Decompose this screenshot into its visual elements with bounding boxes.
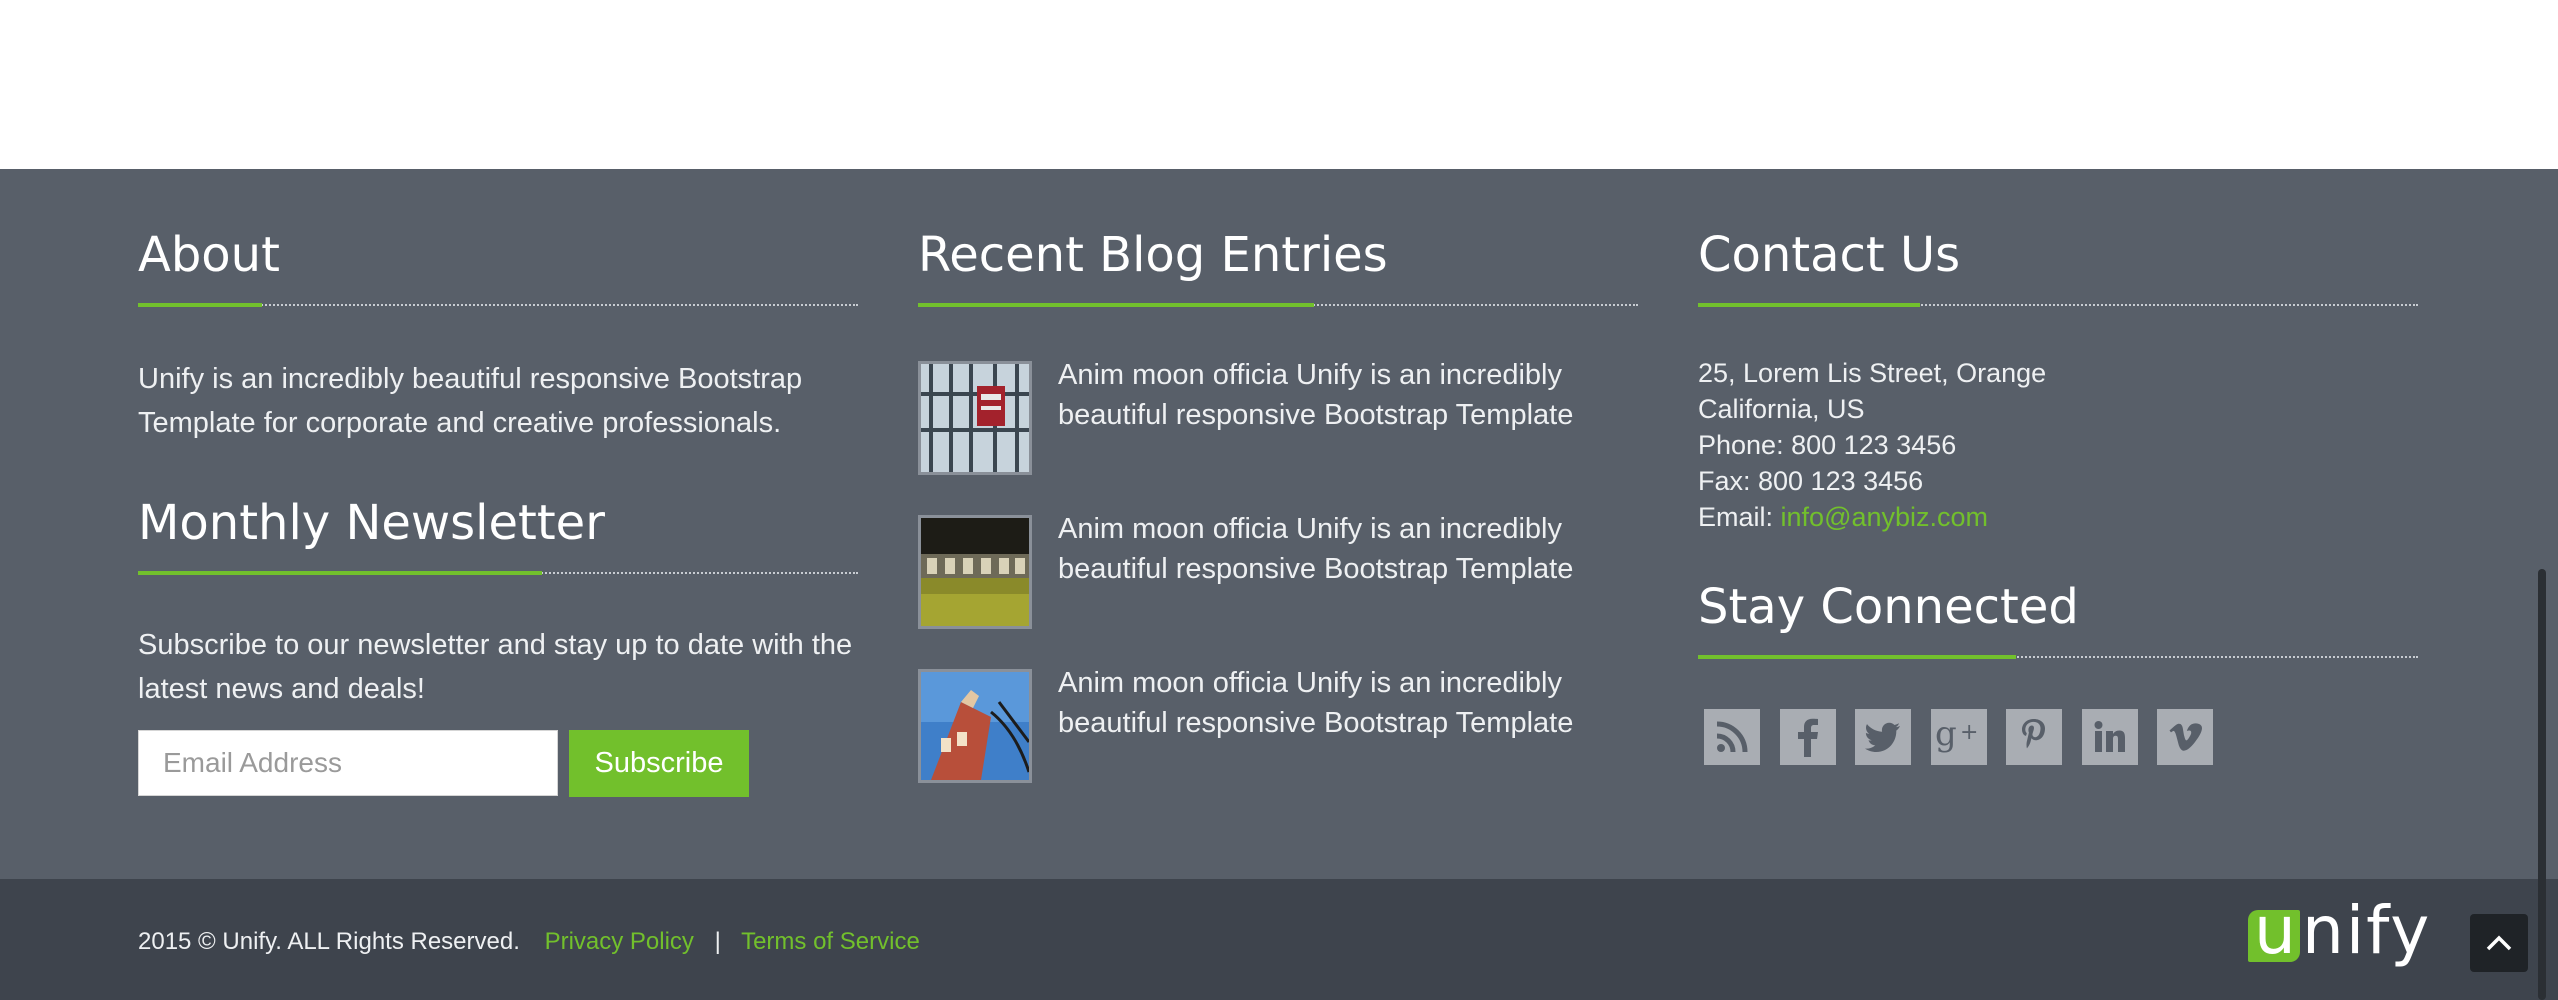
link-separator: | xyxy=(714,928,721,955)
pinterest-icon[interactable] xyxy=(2006,709,2062,765)
phone: Phone: 800 123 3456 xyxy=(1698,430,1957,460)
blog-entry-text[interactable]: Anim moon officia Unify is an incredibly… xyxy=(1058,355,1618,435)
logo-wordmark: nify xyxy=(2302,892,2432,969)
twitter-icon[interactable] xyxy=(1855,709,1911,765)
address-line-1: 25, Lorem Lis Street, Orange xyxy=(1698,358,2047,388)
address-line-2: California, US xyxy=(1698,394,1865,424)
contact-headline: Contact Us xyxy=(1698,231,2418,311)
headline-accent xyxy=(918,303,1314,307)
svg-text:g: g xyxy=(1935,717,1957,754)
stay-connected-title: Stay Connected xyxy=(1698,579,2079,635)
email-link[interactable]: info@anybiz.com xyxy=(1781,502,1989,532)
footer-col-contact: Contact Us 25, Lorem Lis Street, Orange … xyxy=(1698,169,2418,765)
copyright-row: 2015 © Unify. ALL Rights Reserved. Priva… xyxy=(138,928,920,956)
headline-accent xyxy=(138,571,542,575)
linkedin-icon[interactable] xyxy=(2082,709,2138,765)
email-row: Email: info@anybiz.com xyxy=(1698,499,2046,535)
scrollbar-thumb[interactable] xyxy=(2538,569,2546,1000)
about-text: Unify is an incredibly beautiful respons… xyxy=(138,363,803,439)
blog-thumbnail[interactable] xyxy=(918,669,1032,783)
blog-entry-text[interactable]: Anim moon officia Unify is an incredibly… xyxy=(1058,509,1618,589)
email-input[interactable] xyxy=(138,730,558,796)
about-headline: About xyxy=(138,231,858,311)
logo-mark: u xyxy=(2248,898,2300,964)
headline-accent xyxy=(138,303,262,307)
blog-headline: Recent Blog Entries xyxy=(918,231,1638,311)
copyright-text: 2015 © Unify. ALL Rights Reserved. xyxy=(138,928,520,955)
stay-connected-headline: Stay Connected xyxy=(1698,583,2418,663)
newsletter-headline: Monthly Newsletter xyxy=(138,499,858,579)
newsletter-text: Subscribe to our newsletter and stay up … xyxy=(138,629,853,705)
blog-entry-text[interactable]: Anim moon officia Unify is an incredibly… xyxy=(1058,663,1618,743)
fax: Fax: 800 123 3456 xyxy=(1698,466,1924,496)
blog-image-street-sign xyxy=(921,364,1029,472)
logo-first-letter: u xyxy=(2254,892,2296,969)
privacy-policy-link[interactable]: Privacy Policy xyxy=(545,928,694,955)
about-title: About xyxy=(138,227,280,283)
blog-image-building xyxy=(921,672,1029,780)
headline-accent xyxy=(1698,303,1920,307)
back-to-top-button[interactable] xyxy=(2470,914,2528,972)
headline-accent xyxy=(1698,655,2016,659)
chevron-up-icon xyxy=(2486,935,2512,951)
contact-details: 25, Lorem Lis Street, Orange California,… xyxy=(1698,355,2046,535)
footer-col-blog: Recent Blog Entries Anim moon officia Un… xyxy=(918,169,1638,783)
contact-title: Contact Us xyxy=(1698,227,1961,283)
facebook-icon[interactable] xyxy=(1780,709,1836,765)
vimeo-icon[interactable] xyxy=(2157,709,2213,765)
blog-thumbnail[interactable] xyxy=(918,515,1032,629)
blog-title: Recent Blog Entries xyxy=(918,227,1388,283)
google-plus-icon[interactable]: g + xyxy=(1931,709,1987,765)
footer-col-about: About Unify is an incredibly beautiful r… xyxy=(138,169,858,797)
blog-image-lawn xyxy=(921,518,1029,626)
newsletter-title: Monthly Newsletter xyxy=(138,495,605,551)
terms-of-service-link[interactable]: Terms of Service xyxy=(741,928,920,955)
email-label: Email: xyxy=(1698,502,1774,532)
blog-thumbnail[interactable] xyxy=(918,361,1032,475)
subscribe-button[interactable]: Subscribe xyxy=(569,730,749,797)
blog-entry[interactable]: Anim moon officia Unify is an incredibly… xyxy=(918,667,1638,789)
svg-text:+: + xyxy=(1960,720,1978,745)
blog-entry[interactable]: Anim moon officia Unify is an incredibly… xyxy=(918,513,1638,635)
rss-icon[interactable] xyxy=(1704,709,1760,765)
page-content-area xyxy=(0,0,2558,169)
blog-entry[interactable]: Anim moon officia Unify is an incredibly… xyxy=(918,359,1638,481)
